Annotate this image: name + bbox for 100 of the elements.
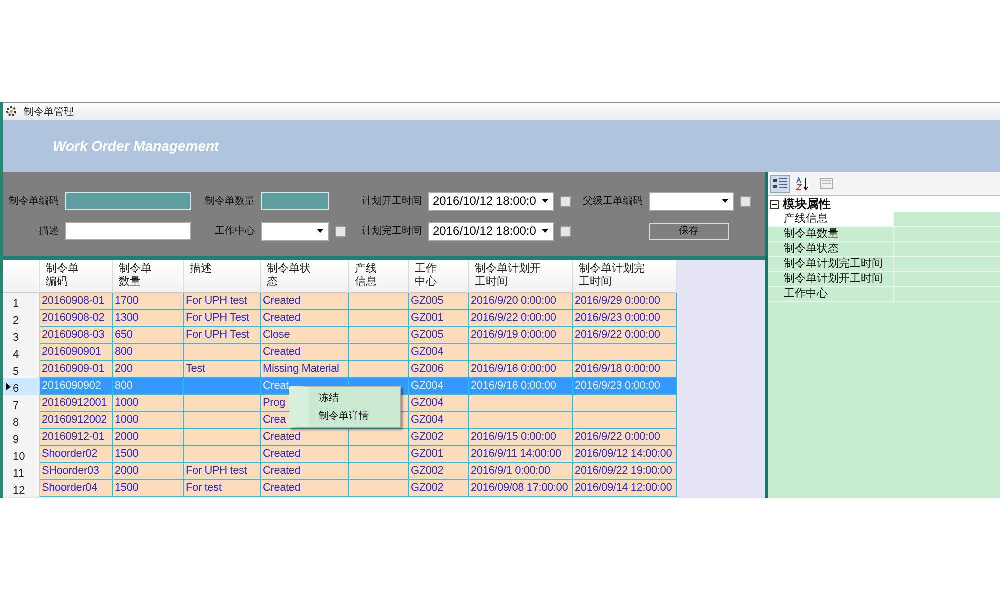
table-cell xyxy=(349,446,409,463)
table-cell: GZ004 xyxy=(409,395,469,412)
row-number: 4 xyxy=(13,349,20,361)
row-number: 12 xyxy=(13,485,26,497)
table-cell: GZ004 xyxy=(409,378,469,395)
table-cell xyxy=(349,361,409,378)
table-cell xyxy=(349,310,409,327)
field-label: 计划完工时间 xyxy=(361,224,423,238)
checkbox[interactable] xyxy=(740,196,751,206)
row-header[interactable]: 10 xyxy=(3,446,40,463)
page-icon xyxy=(820,178,832,189)
table-cell: 2016/09/22 19:00:00 xyxy=(573,463,677,480)
date-picker[interactable]: 2016/10/12 18:00:0 xyxy=(428,222,554,240)
table-cell: GZ002 xyxy=(409,429,469,446)
field-label: 制令单编码 xyxy=(8,194,60,208)
row-header[interactable]: 1 xyxy=(3,293,40,310)
table-cell: For test xyxy=(184,480,261,497)
table-cell: 1000 xyxy=(113,412,184,429)
row-header[interactable]: 5 xyxy=(3,361,40,378)
date-picker[interactable]: 2016/10/12 18:00:0 xyxy=(428,192,554,210)
caret-icon xyxy=(542,229,549,233)
categorized-view-button[interactable] xyxy=(770,174,790,192)
table-cell: GZ002 xyxy=(409,480,469,497)
table-cell: 800 xyxy=(113,344,184,361)
current-row-icon xyxy=(6,383,11,391)
table-cell xyxy=(349,480,409,497)
table-cell: For UPH Test xyxy=(184,327,261,344)
row-number: 7 xyxy=(13,400,20,412)
table-cell: Test xyxy=(184,361,261,378)
table-cell: 20160908-03 xyxy=(40,327,113,344)
table-cell xyxy=(349,344,409,361)
gear-figure-icon xyxy=(5,105,18,118)
row-number: 3 xyxy=(13,332,20,344)
table-cell: 1500 xyxy=(113,480,184,497)
table-cell: 200 xyxy=(113,361,184,378)
table-cell: 1000 xyxy=(113,395,184,412)
checkbox[interactable] xyxy=(560,196,571,206)
table-cell: 20160912002 xyxy=(40,412,113,429)
table-cell: 1500 xyxy=(113,446,184,463)
table-cell xyxy=(349,293,409,310)
table-cell xyxy=(349,463,409,480)
table-cell: 2016/9/16 0:00:00 xyxy=(469,361,573,378)
table-cell: Shoorder02 xyxy=(40,446,113,463)
table-cell: GZ005 xyxy=(409,327,469,344)
table-cell: 2016/9/11 14:00:00 xyxy=(469,446,573,463)
collapse-icon[interactable] xyxy=(770,200,779,208)
table-cell: Close xyxy=(261,327,349,344)
field-label: 描述 xyxy=(38,224,60,238)
table-cell: 2016/9/15 0:00:00 xyxy=(469,429,573,446)
table-cell: 2016/9/23 0:00:00 xyxy=(573,378,677,395)
row-header[interactable]: 7 xyxy=(3,395,40,412)
table-cell: 2016/9/22 0:00:00 xyxy=(573,429,677,446)
table-cell: SHoorder03 xyxy=(40,463,113,480)
row-header[interactable]: 11 xyxy=(3,463,40,480)
row-header[interactable]: 3 xyxy=(3,327,40,344)
caret-icon xyxy=(542,199,549,203)
page-title: Work Order Management xyxy=(53,138,220,154)
table-cell: For UPH test xyxy=(184,293,261,310)
combo-box[interactable] xyxy=(649,192,734,210)
table-cell: 2016/09/12 14:00:00 xyxy=(573,446,677,463)
row-header[interactable]: 9 xyxy=(3,429,40,446)
table-cell: Missing Material xyxy=(261,361,349,378)
combo-box[interactable] xyxy=(261,222,329,240)
table-cell: For UPH test xyxy=(184,463,261,480)
field-label: 计划开工时间 xyxy=(361,194,423,208)
row-header[interactable]: 8 xyxy=(3,412,40,429)
table-cell xyxy=(349,327,409,344)
table-cell: 2000 xyxy=(113,463,184,480)
table-cell: 2016/9/22 0:00:00 xyxy=(573,327,677,344)
table-cell: Created xyxy=(261,293,349,310)
checkbox[interactable] xyxy=(560,226,571,236)
checkbox[interactable] xyxy=(335,226,346,236)
row-header[interactable]: 6 xyxy=(3,378,40,395)
table-cell: 2016/09/14 12:00:00 xyxy=(573,480,677,497)
table-cell: 2016/09/08 17:00:00 xyxy=(469,480,573,497)
table-cell: GZ001 xyxy=(409,310,469,327)
table-cell: 2016/9/16 0:00:00 xyxy=(469,378,573,395)
save-button[interactable]: 保存 xyxy=(649,222,729,240)
table-cell: GZ002 xyxy=(409,463,469,480)
table-cell: GZ005 xyxy=(409,293,469,310)
row-header[interactable]: 4 xyxy=(3,344,40,361)
table-cell: 2016090902 xyxy=(40,378,113,395)
row-number: 9 xyxy=(13,434,20,446)
table-cell: Created xyxy=(261,463,349,480)
row-header[interactable]: 12 xyxy=(3,480,40,497)
row-header[interactable]: 2 xyxy=(3,310,40,327)
row-number: 8 xyxy=(13,417,20,429)
category-label: 模块属性 xyxy=(783,196,831,212)
table-cell: 2016/9/1 0:00:00 xyxy=(469,463,573,480)
caret-icon xyxy=(317,229,324,233)
text-field[interactable] xyxy=(65,222,191,240)
table-cell: 2016090901 xyxy=(40,344,113,361)
table-cell: 800 xyxy=(113,378,184,395)
row-number: 1 xyxy=(13,298,20,310)
table-cell: For UPH Test xyxy=(184,310,261,327)
table-cell: 20160908-02 xyxy=(40,310,113,327)
property-label[interactable]: 产线信息 xyxy=(768,212,894,226)
field-label: 父级工单编码 xyxy=(582,194,644,208)
table-cell: 2016/9/29 0:00:00 xyxy=(573,293,677,310)
table-cell: 2016/9/23 0:00:00 xyxy=(573,310,677,327)
